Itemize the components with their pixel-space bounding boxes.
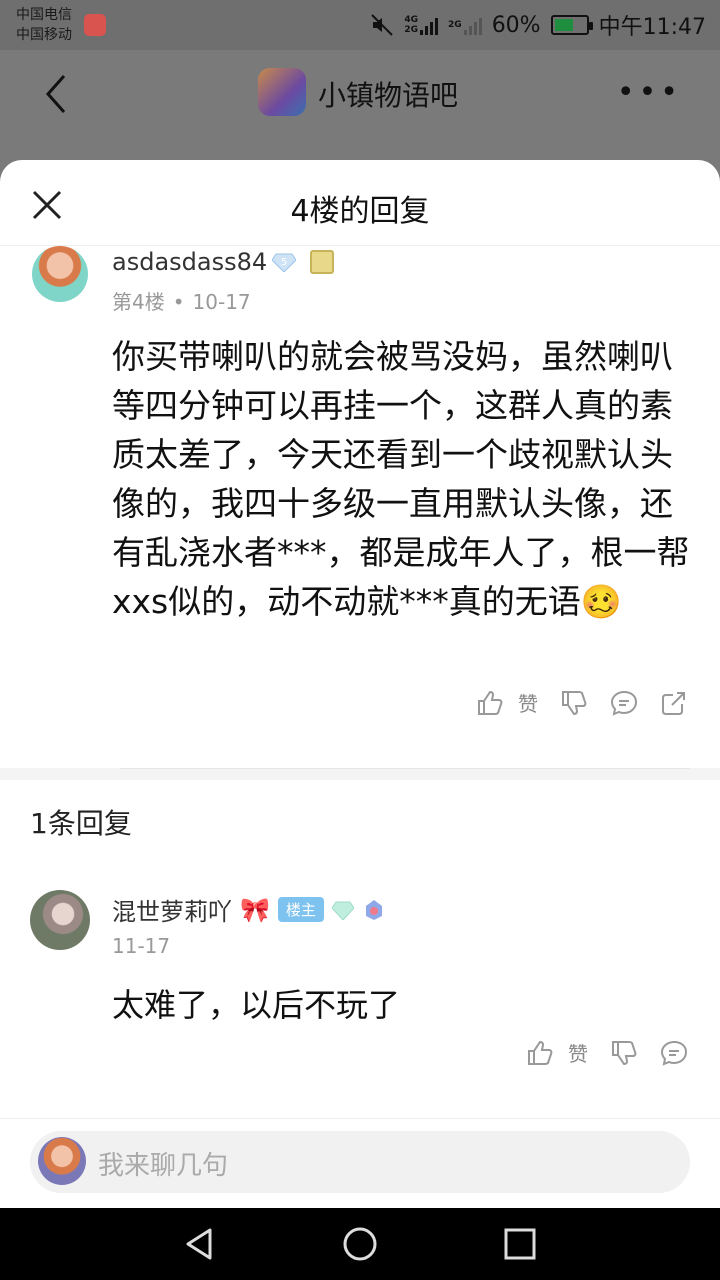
forum-title[interactable]: 小镇物语吧: [318, 74, 458, 114]
like-label: 赞: [518, 692, 538, 716]
reply-sheet: 4楼的回复 asdasdass84 5 第4楼 • 10-17 你买带喇叭的就会被骂…: [0, 160, 720, 1208]
level-diamond-icon: 5: [272, 253, 296, 272]
share-icon: [662, 691, 685, 715]
bow-emoji: 🎀: [240, 895, 270, 924]
like-button[interactable]: 赞: [476, 688, 538, 717]
dislike-button[interactable]: [560, 689, 588, 717]
divider: [120, 768, 690, 769]
network-type: 4G 2G: [404, 15, 439, 35]
reply-like-label: 赞: [568, 1042, 588, 1066]
net-4g: 4G: [404, 15, 419, 25]
carrier-2: 中国移动: [16, 27, 72, 43]
post-content: 你买带喇叭的就会被骂没妈，虽然喇叭等四分钟可以再挂一个，这群人真的素质太差了，今…: [112, 337, 690, 621]
carrier-1: 中国电信: [16, 7, 72, 23]
sheet-title: 4楼的回复: [290, 194, 430, 229]
reply-text: 太难了，以后不玩了: [112, 986, 401, 1024]
comment-icon: [660, 1040, 688, 1066]
network-type-2: 2G: [448, 15, 482, 35]
thumbs-up-icon: [528, 1040, 553, 1065]
signal-2-icon: [463, 15, 482, 35]
net-2g: 2G: [404, 25, 419, 35]
thumbs-down-icon: [562, 690, 587, 715]
nav-back-icon[interactable]: [182, 1226, 218, 1262]
reply-like-button[interactable]: 赞: [526, 1038, 588, 1067]
signal-1-icon: [420, 15, 439, 35]
floor-label: 第4楼: [112, 290, 165, 314]
thumbs-up-icon: [478, 690, 503, 715]
post-meta: 第4楼 • 10-17: [112, 286, 251, 315]
medal-icon: [310, 250, 334, 274]
reply-comment-button[interactable]: [660, 1039, 688, 1067]
avatar[interactable]: [32, 246, 88, 302]
comment-placeholder: 我来聊几句: [98, 1151, 229, 1181]
sheet-header: 4楼的回复: [0, 160, 720, 246]
meta-separator: •: [172, 290, 185, 314]
battery-icon: [550, 15, 593, 35]
share-button[interactable]: [660, 689, 688, 717]
level-diamond-icon: [331, 901, 354, 920]
reply-item: 混世萝莉吖 🎀 楼主 11-17 太难了，以后不玩了 赞: [0, 890, 720, 1130]
comment-button[interactable]: [610, 689, 638, 717]
my-avatar: [38, 1137, 86, 1185]
reply-username[interactable]: 混世萝莉吖: [112, 892, 232, 927]
reply-dislike-button[interactable]: [610, 1039, 638, 1067]
mute-icon: [371, 14, 394, 36]
forum-header: 小镇物语吧 •••: [0, 50, 720, 160]
back-arrow-icon[interactable]: [42, 72, 72, 116]
app-notification-icon: [84, 14, 106, 36]
comment-icon: [610, 690, 638, 716]
comment-input[interactable]: 我来聊几句: [30, 1131, 690, 1193]
nav-recents-icon[interactable]: [502, 1226, 538, 1262]
clock: 中午11:47: [598, 15, 706, 40]
original-post: asdasdass84 5 第4楼 • 10-17 你买带喇叭的就会被骂没妈，虽然喇…: [0, 246, 720, 769]
status-bar: 中国电信 中国移动 4G 2G 2G 60% 中午11:47: [0, 0, 720, 50]
reply-user-row: 混世萝莉吖 🎀 楼主: [112, 892, 386, 927]
section-gap: [0, 768, 720, 780]
post-actions: 赞: [476, 688, 688, 717]
comment-input-bar: 我来聊几句: [0, 1118, 720, 1208]
reply-count: 1条回复: [30, 807, 132, 840]
reply-actions: 赞: [526, 1038, 688, 1067]
forum-avatar[interactable]: [258, 68, 306, 116]
reply-avatar[interactable]: [30, 890, 90, 950]
nav-home-icon[interactable]: [342, 1226, 378, 1262]
system-nav-bar: [0, 1208, 720, 1280]
reply-date: 11-17: [112, 934, 171, 958]
rank-badge-icon: [365, 899, 382, 920]
more-options-icon[interactable]: •••: [617, 78, 682, 108]
post-date: 10-17: [192, 290, 251, 314]
net-2g-second: 2G: [448, 20, 462, 30]
status-icons: 4G 2G 2G 60% 中午11:47: [370, 10, 706, 40]
carrier-info: 中国电信 中国移动: [16, 5, 72, 45]
battery-percent: 60%: [491, 12, 541, 38]
post-username[interactable]: asdasdass84: [112, 248, 267, 276]
thumbs-down-icon: [612, 1040, 637, 1065]
owner-badge: 楼主: [277, 897, 324, 922]
level-number: 5: [281, 257, 287, 268]
